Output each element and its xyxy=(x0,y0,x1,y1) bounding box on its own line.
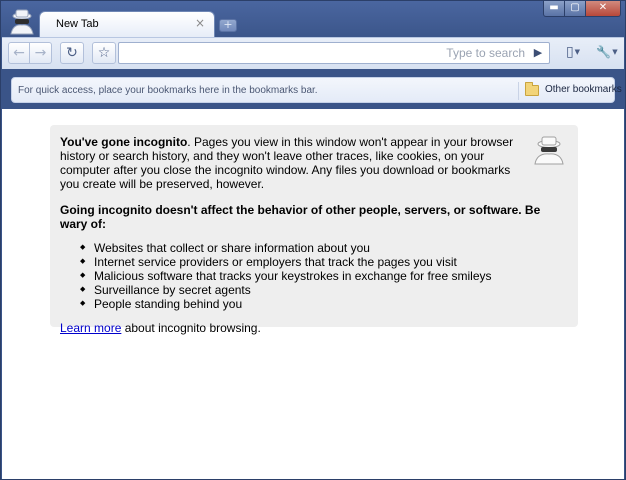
chevron-down-icon: ▼ xyxy=(612,48,618,56)
omnibox-placeholder: Type to search xyxy=(446,46,525,60)
other-bookmarks-button[interactable]: Other bookmarks xyxy=(518,82,622,100)
close-window-button[interactable]: ✕ xyxy=(585,1,621,17)
page-menu-button[interactable]: ▯▼ xyxy=(558,42,588,64)
incognito-spy-icon xyxy=(534,136,564,165)
intro-bold: You've gone incognito xyxy=(60,135,188,149)
browser-window: New Tab × + ▬ ▢ ✕ ← → ↻ ☆ Type to search… xyxy=(0,0,626,480)
omnibox-input[interactable] xyxy=(125,45,425,61)
incognito-info-box: You've gone incognito. Pages you view in… xyxy=(50,125,578,335)
reload-icon: ↻ xyxy=(66,45,78,61)
omnibox[interactable]: Type to search ▶ xyxy=(118,42,550,64)
folder-icon xyxy=(525,82,539,96)
learn-more-text: about incognito browsing. xyxy=(121,321,261,335)
list-item: Websites that collect or share informati… xyxy=(80,241,568,255)
toolbar: ← → ↻ ☆ Type to search ▶ ▯▼ 🔧▼ xyxy=(2,37,624,69)
list-item: Malicious software that tracks your keys… xyxy=(80,269,568,283)
bookmarks-bar: For quick access, place your bookmarks h… xyxy=(11,77,622,103)
incognito-spy-icon xyxy=(10,9,34,35)
risk-list: Websites that collect or share informati… xyxy=(80,241,568,311)
page-content: You've gone incognito. Pages you view in… xyxy=(2,109,624,479)
forward-arrow-icon: → xyxy=(34,45,47,61)
wrench-icon: 🔧 xyxy=(596,45,612,59)
list-item: People standing behind you xyxy=(80,297,568,311)
maximize-button[interactable]: ▢ xyxy=(564,1,586,17)
learn-more-link[interactable]: Learn more xyxy=(60,321,121,335)
tab-close-icon[interactable]: × xyxy=(194,16,206,30)
back-arrow-icon: ← xyxy=(13,45,25,61)
bookmark-star-button[interactable]: ☆ xyxy=(92,42,116,64)
tab-title: New Tab xyxy=(56,18,99,30)
list-item: Surveillance by secret agents xyxy=(80,283,568,297)
tab-new-tab[interactable]: New Tab × xyxy=(39,11,215,37)
star-icon: ☆ xyxy=(97,45,111,61)
bookmarks-bar-hint: For quick access, place your bookmarks h… xyxy=(18,85,318,96)
learn-more-line: Learn more about incognito browsing. xyxy=(60,321,568,335)
page-icon: ▯ xyxy=(565,44,574,60)
go-icon[interactable]: ▶ xyxy=(529,45,547,61)
wrench-menu-button[interactable]: 🔧▼ xyxy=(592,42,622,64)
new-tab-button[interactable]: + xyxy=(219,19,237,32)
chevron-down-icon: ▼ xyxy=(574,48,581,56)
incognito-warning: Going incognito doesn't affect the behav… xyxy=(60,203,541,231)
other-bookmarks-label: Other bookmarks xyxy=(545,84,622,95)
forward-button[interactable]: → xyxy=(30,42,52,64)
reload-button[interactable]: ↻ xyxy=(60,42,84,64)
minimize-button[interactable]: ▬ xyxy=(543,1,565,17)
back-button[interactable]: ← xyxy=(8,42,30,64)
list-item: Internet service providers or employers … xyxy=(80,255,568,269)
incognito-intro: You've gone incognito. Pages you view in… xyxy=(60,135,528,191)
